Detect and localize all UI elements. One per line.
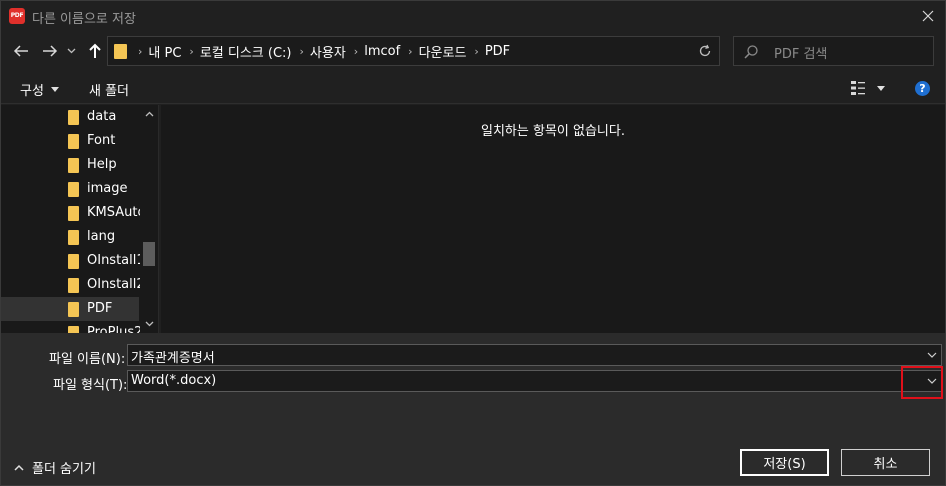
search-icon bbox=[744, 45, 758, 59]
command-bar: 구성 새 폴더 ? bbox=[1, 72, 945, 104]
tree-item-selected[interactable]: PDF bbox=[1, 297, 139, 321]
breadcrumb-separator-icon: › bbox=[353, 44, 359, 58]
breadcrumb-separator-icon: › bbox=[474, 44, 479, 58]
scroll-thumb[interactable] bbox=[143, 242, 155, 266]
chevron-up-icon bbox=[14, 464, 24, 471]
scroll-up-button[interactable] bbox=[144, 109, 154, 119]
breadcrumb-item[interactable]: 사용자 bbox=[310, 42, 346, 61]
tree-item[interactable]: lang bbox=[1, 225, 139, 249]
window-title: 다른 이름으로 저장 bbox=[32, 12, 136, 27]
filename-field[interactable]: 가족관계증명서 bbox=[127, 344, 942, 366]
tree-item[interactable]: OInstall2 bbox=[1, 273, 145, 297]
chevron-down-icon bbox=[927, 352, 937, 358]
save-button[interactable]: 저장(S) bbox=[739, 448, 830, 477]
close-button[interactable] bbox=[911, 1, 945, 31]
filetype-label: 파일 형식(T): bbox=[53, 378, 128, 393]
breadcrumb-item[interactable]: lmcof bbox=[364, 44, 400, 59]
breadcrumb-item[interactable]: 다운로드 bbox=[419, 42, 467, 61]
filename-value: 가족관계증명서 bbox=[131, 351, 215, 366]
breadcrumb-separator-icon: › bbox=[408, 44, 413, 58]
organize-button[interactable]: 구성 bbox=[20, 80, 59, 99]
tree-item[interactable]: image bbox=[1, 177, 139, 201]
highlight-annotation bbox=[901, 366, 943, 399]
tree-item[interactable]: OInstall1 bbox=[1, 249, 145, 273]
title-bar: PDF 다른 이름으로 저장 bbox=[1, 1, 945, 31]
filename-label: 파일 이름(N): bbox=[49, 352, 126, 367]
new-folder-button[interactable]: 새 폴더 bbox=[89, 80, 129, 99]
pdf-app-icon: PDF bbox=[9, 8, 25, 24]
breadcrumb-separator-icon: › bbox=[138, 44, 143, 58]
help-icon[interactable]: ? bbox=[915, 81, 930, 96]
recent-locations-button[interactable] bbox=[64, 41, 78, 61]
chevron-down-icon bbox=[67, 48, 75, 54]
tree-item-label: Help bbox=[87, 157, 117, 172]
breadcrumb-item[interactable]: PDF bbox=[485, 44, 510, 59]
back-button[interactable] bbox=[11, 41, 31, 61]
folder-icon bbox=[68, 182, 79, 197]
scroll-down-button[interactable] bbox=[144, 319, 154, 329]
folder-icon bbox=[68, 302, 79, 317]
folder-icon bbox=[68, 158, 79, 173]
arrow-up-icon bbox=[89, 43, 101, 58]
save-as-dialog: PDF 다른 이름으로 저장 › 내 PC › 로컬 디스크 (C:) › 사용… bbox=[0, 0, 946, 486]
search-placeholder: PDF 검색 bbox=[774, 47, 828, 62]
tree-item[interactable]: KMSAuto bbox=[1, 201, 145, 225]
filetype-select[interactable]: Word(*.docx) bbox=[127, 370, 942, 392]
tree-item-label: image bbox=[87, 181, 128, 196]
view-details-icon[interactable] bbox=[851, 80, 865, 96]
breadcrumb-separator-icon: › bbox=[299, 44, 304, 58]
arrow-right-icon bbox=[43, 45, 58, 57]
tree-item-label: PDF bbox=[87, 301, 113, 316]
file-list[interactable]: 일치하는 항목이 없습니다. bbox=[161, 105, 945, 333]
close-icon bbox=[922, 10, 934, 22]
caret-down-icon bbox=[50, 87, 59, 92]
tree-item-label: OInstall1 bbox=[87, 253, 145, 268]
tree-item[interactable]: ProPlus20 bbox=[1, 321, 151, 333]
organize-label: 구성 bbox=[20, 84, 44, 99]
hide-folders-button[interactable]: 폴더 숨기기 bbox=[14, 458, 96, 477]
navigation-scrollbar[interactable] bbox=[140, 105, 158, 333]
tree-item-label: data bbox=[87, 109, 117, 124]
folder-icon bbox=[68, 206, 79, 221]
search-input[interactable]: PDF 검색 bbox=[733, 36, 934, 66]
folder-icon bbox=[68, 110, 79, 125]
folder-icon bbox=[68, 230, 79, 245]
up-button[interactable] bbox=[85, 41, 105, 61]
filename-dropdown-button[interactable] bbox=[926, 349, 938, 361]
chevron-down-icon bbox=[145, 321, 153, 327]
breadcrumb-item[interactable]: 로컬 디스크 (C:) bbox=[200, 42, 292, 61]
view-options-caret-icon[interactable] bbox=[877, 86, 885, 91]
arrow-left-icon bbox=[13, 45, 28, 57]
address-bar[interactable]: › 내 PC › 로컬 디스크 (C:) › 사용자 › lmcof › 다운로… bbox=[107, 36, 720, 66]
empty-message: 일치하는 항목이 없습니다. bbox=[481, 124, 625, 139]
tree-item-label: Font bbox=[87, 133, 116, 148]
tree-item-label: OInstall2 bbox=[87, 277, 145, 292]
navigation-row: › 내 PC › 로컬 디스크 (C:) › 사용자 › lmcof › 다운로… bbox=[1, 31, 945, 71]
tree-item[interactable]: Help bbox=[1, 153, 139, 177]
save-options-panel: 파일 이름(N): 가족관계증명서 파일 형식(T): Word(*.docx)… bbox=[1, 333, 945, 485]
breadcrumb-separator-icon: › bbox=[189, 44, 194, 58]
tree-item-label: lang bbox=[87, 229, 116, 244]
hide-folders-label: 폴더 숨기기 bbox=[32, 462, 96, 477]
breadcrumb: › 내 PC › 로컬 디스크 (C:) › 사용자 › lmcof › 다운로… bbox=[130, 37, 510, 65]
refresh-button[interactable] bbox=[697, 43, 713, 59]
folder-icon bbox=[68, 326, 79, 333]
filetype-value: Word(*.docx) bbox=[131, 373, 217, 388]
forward-button[interactable] bbox=[40, 41, 60, 61]
folder-icon bbox=[114, 44, 127, 59]
tree-item-label: KMSAuto bbox=[87, 205, 146, 220]
tree-item[interactable]: Font bbox=[1, 129, 139, 153]
refresh-icon bbox=[699, 44, 711, 57]
navigation-pane[interactable]: data Font Help image KMSAuto lang OInsta… bbox=[1, 105, 159, 333]
folder-icon bbox=[68, 278, 79, 293]
folder-icon bbox=[68, 134, 79, 149]
cancel-button[interactable]: 취소 bbox=[840, 448, 931, 477]
chevron-up-icon bbox=[145, 111, 153, 117]
tree-item[interactable]: data bbox=[1, 105, 139, 129]
breadcrumb-item[interactable]: 내 PC bbox=[148, 42, 181, 61]
folder-icon bbox=[68, 254, 79, 269]
